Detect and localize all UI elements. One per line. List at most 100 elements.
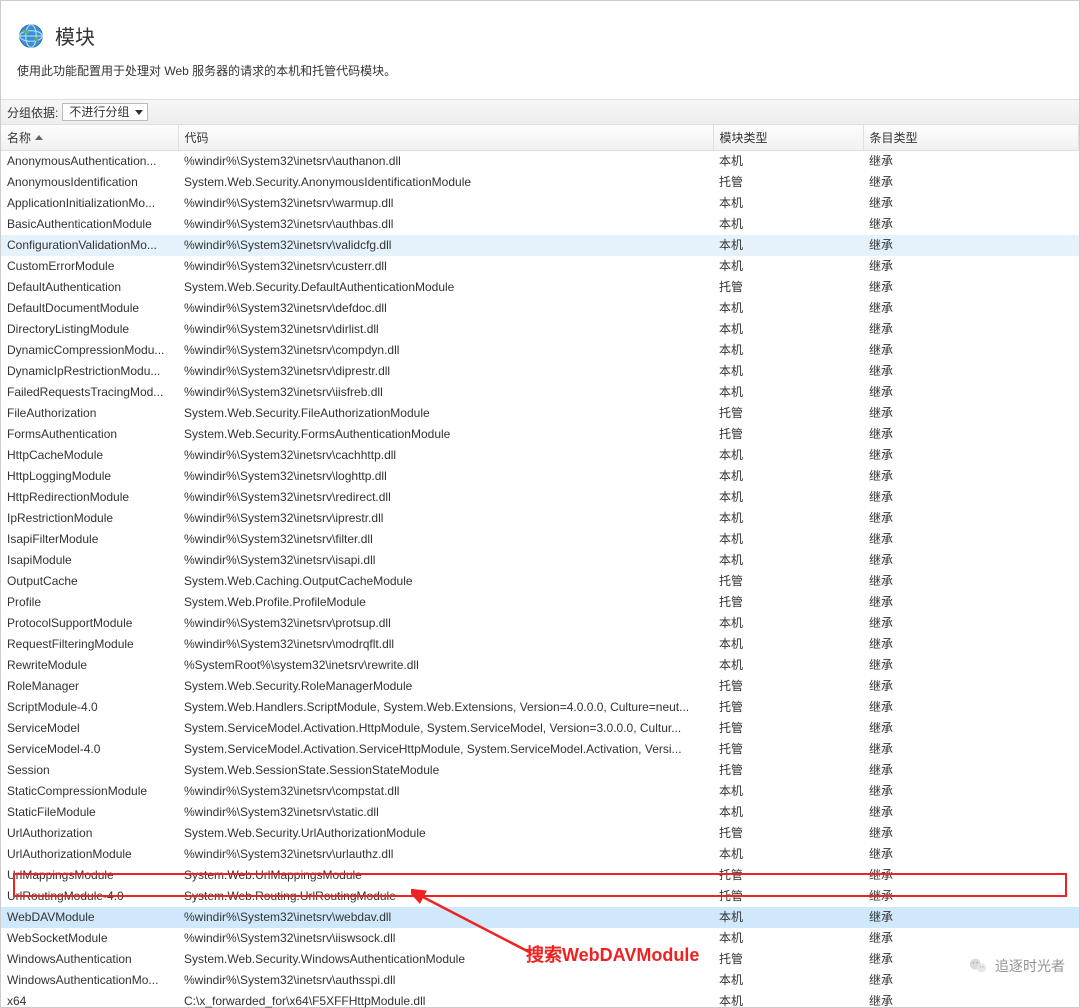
table-row[interactable]: ProfileSystem.Web.Profile.ProfileModule托… (1, 592, 1079, 613)
cell-name: DefaultAuthentication (1, 277, 178, 298)
cell-entry-type: 继承 (863, 634, 1079, 655)
table-row[interactable]: OutputCacheSystem.Web.Caching.OutputCach… (1, 571, 1079, 592)
table-row[interactable]: ConfigurationValidationMo...%windir%\Sys… (1, 235, 1079, 256)
table-row[interactable]: IsapiModule%windir%\System32\inetsrv\isa… (1, 550, 1079, 571)
col-header-code[interactable]: 代码 (178, 125, 713, 151)
table-row[interactable]: WindowsAuthenticationSystem.Web.Security… (1, 949, 1079, 970)
table-row[interactable]: WebDAVModule%windir%\System32\inetsrv\we… (1, 907, 1079, 928)
table-row[interactable]: StaticFileModule%windir%\System32\inetsr… (1, 802, 1079, 823)
cell-entry-type: 继承 (863, 571, 1079, 592)
cell-module-type: 托管 (713, 739, 863, 760)
page-description: 使用此功能配置用于处理对 Web 服务器的请求的本机和托管代码模块。 (17, 50, 1063, 89)
cell-name: ApplicationInitializationMo... (1, 193, 178, 214)
col-header-module-type[interactable]: 模块类型 (713, 125, 863, 151)
cell-code: System.ServiceModel.Activation.HttpModul… (178, 718, 713, 739)
cell-module-type: 本机 (713, 781, 863, 802)
table-row[interactable]: StaticCompressionModule%windir%\System32… (1, 781, 1079, 802)
table-row[interactable]: IpRestrictionModule%windir%\System32\ine… (1, 508, 1079, 529)
cell-name: HttpLoggingModule (1, 466, 178, 487)
cell-code: System.Web.Security.FormsAuthenticationM… (178, 424, 713, 445)
cell-entry-type: 继承 (863, 760, 1079, 781)
toolbar: 分组依据: 不进行分组 (1, 99, 1079, 125)
table-row[interactable]: FormsAuthenticationSystem.Web.Security.F… (1, 424, 1079, 445)
cell-entry-type: 继承 (863, 445, 1079, 466)
table-row[interactable]: IsapiFilterModule%windir%\System32\inets… (1, 529, 1079, 550)
cell-name: DefaultDocumentModule (1, 298, 178, 319)
table-row[interactable]: WebSocketModule%windir%\System32\inetsrv… (1, 928, 1079, 949)
column-header-row: 名称 代码 模块类型 条目类型 (1, 125, 1079, 151)
table-row[interactable]: ScriptModule-4.0System.Web.Handlers.Scri… (1, 697, 1079, 718)
table-row[interactable]: ApplicationInitializationMo...%windir%\S… (1, 193, 1079, 214)
cell-module-type: 托管 (713, 760, 863, 781)
table-row[interactable]: DynamicCompressionModu...%windir%\System… (1, 340, 1079, 361)
table-row[interactable]: DefaultAuthenticationSystem.Web.Security… (1, 277, 1079, 298)
cell-code: %windir%\System32\inetsrv\iiswsock.dll (178, 928, 713, 949)
cell-entry-type: 继承 (863, 907, 1079, 928)
cell-name: FormsAuthentication (1, 424, 178, 445)
cell-module-type: 本机 (713, 340, 863, 361)
table-row[interactable]: ProtocolSupportModule%windir%\System32\i… (1, 613, 1079, 634)
table-row[interactable]: FileAuthorizationSystem.Web.Security.Fil… (1, 403, 1079, 424)
iis-modules-window: 模块 使用此功能配置用于处理对 Web 服务器的请求的本机和托管代码模块。 分组… (0, 0, 1080, 1008)
cell-module-type: 托管 (713, 865, 863, 886)
cell-code: %windir%\System32\inetsrv\custerr.dll (178, 256, 713, 277)
cell-code: %windir%\System32\inetsrv\urlauthz.dll (178, 844, 713, 865)
table-row[interactable]: BasicAuthenticationModule%windir%\System… (1, 214, 1079, 235)
table-row[interactable]: WindowsAuthenticationMo...%windir%\Syste… (1, 970, 1079, 991)
col-header-name[interactable]: 名称 (1, 125, 178, 151)
cell-code: System.Web.Security.AnonymousIdentificat… (178, 172, 713, 193)
table-row[interactable]: UrlRoutingModule-4.0System.Web.Routing.U… (1, 886, 1079, 907)
cell-entry-type: 继承 (863, 151, 1079, 173)
table-row[interactable]: HttpCacheModule%windir%\System32\inetsrv… (1, 445, 1079, 466)
table-row[interactable]: DynamicIpRestrictionModu...%windir%\Syst… (1, 361, 1079, 382)
table-row[interactable]: AnonymousAuthentication...%windir%\Syste… (1, 151, 1079, 173)
table-row[interactable]: ServiceModelSystem.ServiceModel.Activati… (1, 718, 1079, 739)
cell-module-type: 本机 (713, 529, 863, 550)
table-row[interactable]: SessionSystem.Web.SessionState.SessionSt… (1, 760, 1079, 781)
group-by-value: 不进行分组 (69, 105, 129, 119)
table-row[interactable]: UrlAuthorizationModule%windir%\System32\… (1, 844, 1079, 865)
table-row[interactable]: HttpLoggingModule%windir%\System32\inets… (1, 466, 1079, 487)
table-row[interactable]: RequestFilteringModule%windir%\System32\… (1, 634, 1079, 655)
cell-name: AnonymousAuthentication... (1, 151, 178, 173)
cell-module-type: 托管 (713, 697, 863, 718)
cell-name: DirectoryListingModule (1, 319, 178, 340)
table-row[interactable]: CustomErrorModule%windir%\System32\inets… (1, 256, 1079, 277)
cell-name: ServiceModel-4.0 (1, 739, 178, 760)
table-row[interactable]: UrlAuthorizationSystem.Web.Security.UrlA… (1, 823, 1079, 844)
cell-entry-type: 继承 (863, 697, 1079, 718)
cell-name: BasicAuthenticationModule (1, 214, 178, 235)
cell-code: %windir%\System32\inetsrv\validcfg.dll (178, 235, 713, 256)
table-row[interactable]: RoleManagerSystem.Web.Security.RoleManag… (1, 676, 1079, 697)
cell-code: %windir%\System32\inetsrv\warmup.dll (178, 193, 713, 214)
table-row[interactable]: ServiceModel-4.0System.ServiceModel.Acti… (1, 739, 1079, 760)
cell-module-type: 托管 (713, 592, 863, 613)
table-row[interactable]: RewriteModule%SystemRoot%\system32\inets… (1, 655, 1079, 676)
cell-entry-type: 继承 (863, 361, 1079, 382)
cell-name: FailedRequestsTracingMod... (1, 382, 178, 403)
cell-code: System.Web.Security.WindowsAuthenticatio… (178, 949, 713, 970)
cell-module-type: 本机 (713, 361, 863, 382)
cell-entry-type: 继承 (863, 865, 1079, 886)
table-row[interactable]: AnonymousIdentificationSystem.Web.Securi… (1, 172, 1079, 193)
cell-code: System.Web.SessionState.SessionStateModu… (178, 760, 713, 781)
cell-code: %windir%\System32\inetsrv\compstat.dll (178, 781, 713, 802)
cell-name: RequestFilteringModule (1, 634, 178, 655)
col-header-entry-type[interactable]: 条目类型 (863, 125, 1079, 151)
table-row[interactable]: DirectoryListingModule%windir%\System32\… (1, 319, 1079, 340)
table-row[interactable]: DefaultDocumentModule%windir%\System32\i… (1, 298, 1079, 319)
cell-name: UrlAuthorizationModule (1, 844, 178, 865)
table-row[interactable]: FailedRequestsTracingMod...%windir%\Syst… (1, 382, 1079, 403)
cell-name: ScriptModule-4.0 (1, 697, 178, 718)
title-row: 模块 (17, 21, 1063, 50)
cell-code: C:\x_forwarded_for\x64\F5XFFHttpModule.d… (178, 991, 713, 1008)
cell-entry-type: 继承 (863, 655, 1079, 676)
group-by-select[interactable]: 不进行分组 (62, 103, 148, 121)
table-row[interactable]: HttpRedirectionModule%windir%\System32\i… (1, 487, 1079, 508)
cell-entry-type: 继承 (863, 382, 1079, 403)
sort-asc-icon (35, 135, 43, 140)
table-row[interactable]: x64C:\x_forwarded_for\x64\F5XFFHttpModul… (1, 991, 1079, 1008)
table-row[interactable]: UrlMappingsModuleSystem.Web.UrlMappingsM… (1, 865, 1079, 886)
cell-name: Session (1, 760, 178, 781)
cell-entry-type: 继承 (863, 487, 1079, 508)
